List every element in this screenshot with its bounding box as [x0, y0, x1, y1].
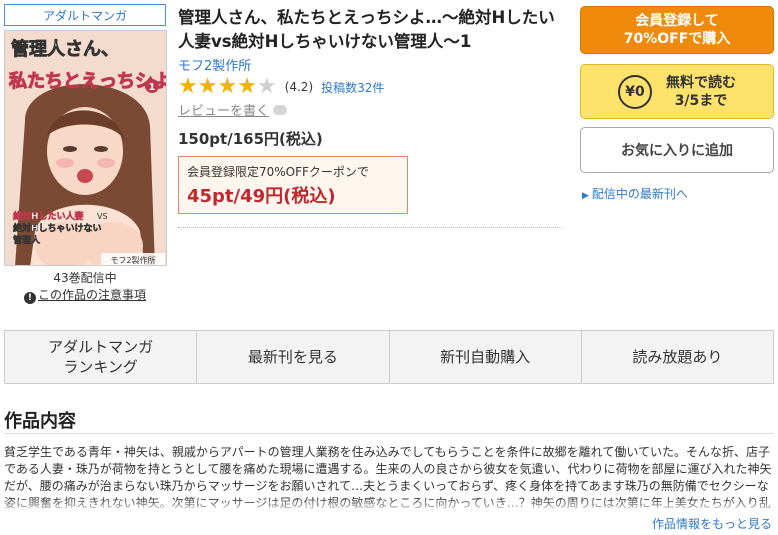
cover-illustration: 管理人さん、 私たちとえっちシよ… 1 絶対Hしたい人妻 VS 絶対Hしちゃいけ…: [5, 31, 167, 265]
add-favorite-button[interactable]: お気に入りに追加: [580, 127, 774, 173]
volume-count: 43巻配信中: [53, 271, 117, 285]
section-title: 作品内容: [4, 411, 76, 432]
star-empty-icon: ★: [256, 74, 277, 99]
divider: [178, 227, 562, 228]
tab-ranking-line1: アダルトマンガ: [48, 338, 154, 356]
star-full-icon: ★: [178, 74, 198, 99]
category-badge[interactable]: アダルトマンガ: [4, 4, 166, 26]
rating: ★ ★ ★ ★ ★ (4.2) 投稿数32件: [178, 74, 384, 99]
cover-volume: 1: [149, 82, 156, 93]
tab-unlimited[interactable]: 読み放題あり: [582, 331, 773, 383]
cover-subtitle-a: 絶対Hしたい人妻: [13, 210, 84, 222]
latest-volume-label: 配信中の最新刊へ: [591, 187, 688, 201]
yen-coin-icon: ¥0: [618, 74, 652, 109]
nav-tabs: アダルトマンガ ランキング 最新刊を見る 新刊自動購入 読み放題あり: [4, 330, 774, 384]
cover-subtitle-d: 管理人: [13, 234, 41, 246]
tab-ranking[interactable]: アダルトマンガ ランキング: [5, 331, 198, 383]
speech-bubble-icon: [273, 105, 288, 115]
coupon-box: 会員登録限定70%OFFクーポンで 45pt/49円(税込): [178, 156, 408, 214]
register-line1: 会員登録して: [635, 13, 719, 29]
tab-latest-label: 最新刊を見る: [247, 348, 338, 366]
caution-link[interactable]: ! この作品の注意事項: [4, 286, 166, 304]
coupon-price: 45pt/49円(税込): [187, 186, 336, 207]
write-review-link[interactable]: レビューを書く: [178, 100, 288, 119]
cover-subtitle-b: VS: [97, 212, 108, 221]
register-purchase-button[interactable]: 会員登録して 70%OFFで購入: [580, 6, 774, 54]
book-title: 管理人さん、私たちとえっちシよ…～絶対Hしたい人妻vs絶対Hしちゃいけない管理人…: [178, 8, 555, 51]
cover-subtitle-c: 絶対Hしちゃいけない: [13, 222, 102, 234]
coupon-label: 会員登録限定70%OFFクーポンで: [187, 165, 369, 179]
latest-volume-link[interactable]: ▶ 配信中の最新刊へ: [582, 185, 688, 202]
author-link[interactable]: モフ2製作所: [178, 55, 251, 74]
cover-publisher: モフ2製作所: [110, 255, 155, 265]
price: 150pt/165円(税込): [178, 130, 323, 148]
book-cover[interactable]: 管理人さん、 私たちとえっちシよ… 1 絶対Hしたい人妻 VS 絶対Hしちゃいけ…: [4, 30, 167, 266]
star-full-icon: ★: [237, 74, 257, 99]
section-divider: [4, 433, 774, 434]
cover-title-line2: 私たちとえっちシよ…: [9, 71, 167, 92]
caution-link-label: この作品の注意事項: [37, 288, 146, 302]
star-full-icon: ★: [197, 74, 218, 99]
info-icon: !: [23, 292, 36, 304]
tab-unlimited-label: 読み放題あり: [632, 348, 723, 366]
free-line2: 3/5まで: [674, 92, 728, 109]
post-count-link[interactable]: 投稿数32件: [321, 79, 384, 96]
cover-title-line1: 管理人さん、: [11, 38, 119, 60]
triangle-right-icon: ▶: [582, 191, 589, 201]
description-fade: [4, 498, 774, 514]
read-free-button[interactable]: ¥0 無料で読む 3/5まで: [580, 64, 774, 119]
star-full-icon: ★: [217, 74, 238, 99]
tab-ranking-line2: ランキング: [63, 358, 138, 376]
more-info-link[interactable]: 作品情報をもっと見る: [652, 515, 772, 532]
tab-latest[interactable]: 最新刊を見る: [197, 331, 390, 383]
tab-auto-purchase[interactable]: 新刊自動購入: [390, 331, 582, 383]
register-line2: 70%OFFで購入: [623, 31, 731, 47]
free-line1: 無料で読む: [666, 74, 736, 91]
write-review-label: レビューを書く: [178, 104, 270, 119]
rating-value: (4.2): [284, 80, 314, 94]
tab-auto-purchase-label: 新刊自動購入: [440, 348, 531, 366]
